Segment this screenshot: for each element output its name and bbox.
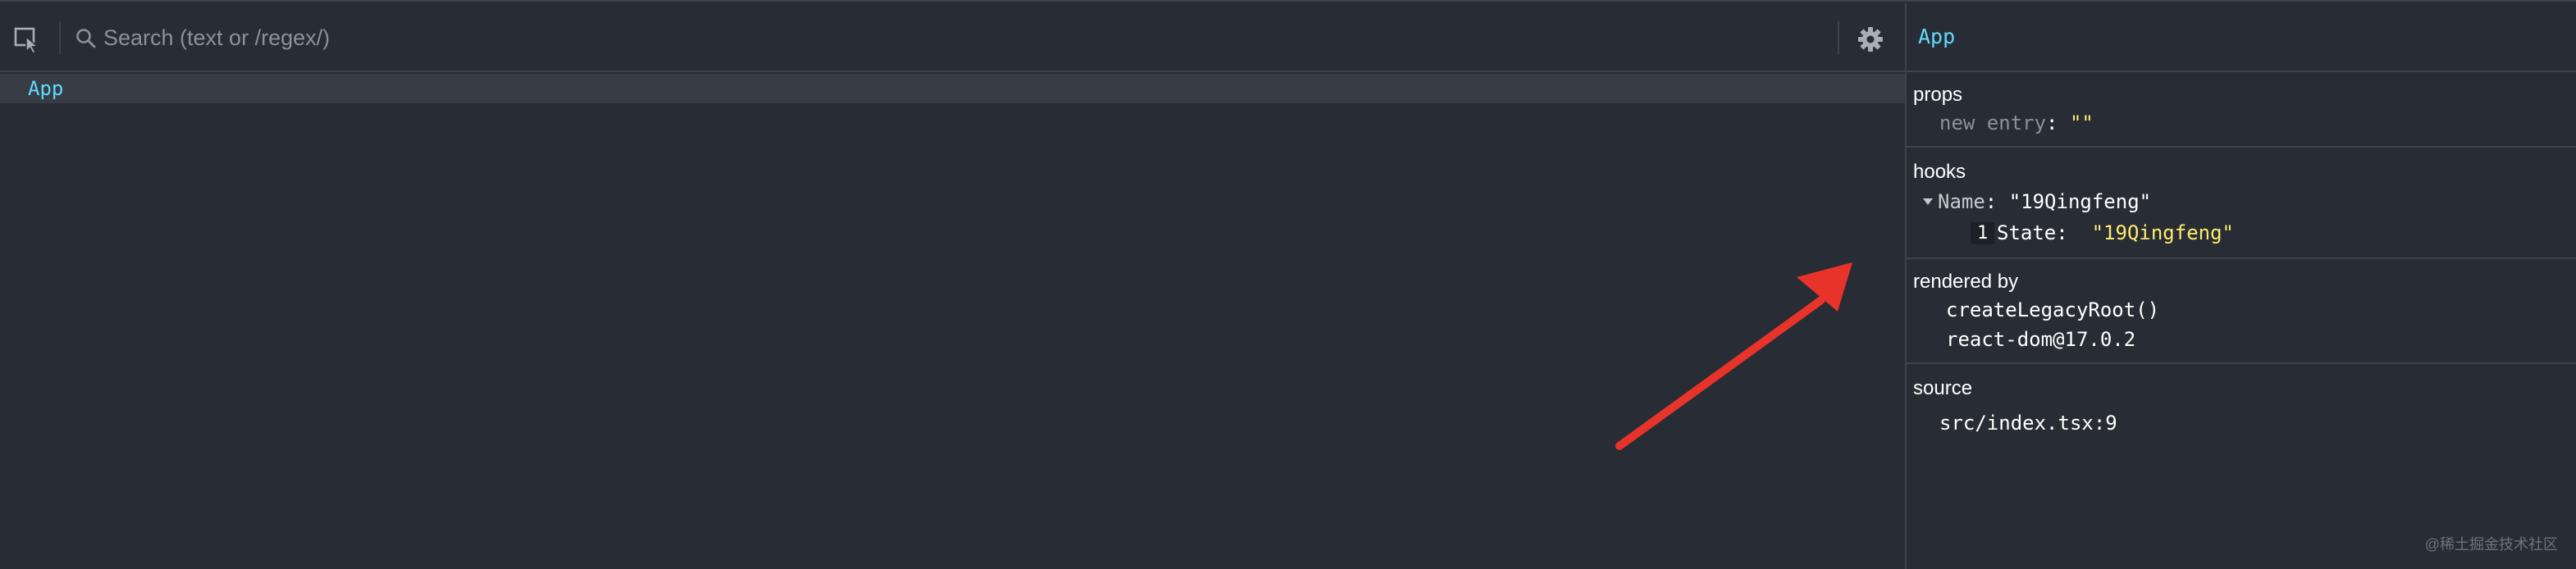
selected-component-title: App [1918,25,1956,48]
hooks-section: hooks Name: "19Qingfeng" 1 State: "19Qin… [1907,149,2576,259]
prop-value: "" [2069,112,2094,134]
watermark: @稀土掘金技术社区 [2424,536,2558,553]
component-tree-pane: App [0,3,1905,569]
prop-row-new-entry[interactable]: new entry: "" [1939,112,2094,134]
source-heading: source [1913,377,1973,399]
rendered-by-heading: rendered by [1913,271,2019,293]
props-section: props new entry: "" [1907,74,2576,148]
hook-name-key: Name [1938,190,1985,213]
hook-name-value: "19Qingfeng" [2008,190,2152,213]
hook-index-badge: 1 [1971,222,1995,244]
rendered-by-item[interactable]: react-dom@17.0.2 [1946,328,2135,351]
rendered-by-section: rendered by createLegacyRoot() react-dom… [1907,261,2576,364]
source-section: source src/index.tsx:9 [1907,366,2576,464]
hook-state-key: State [1997,221,2057,244]
inspector-header: App [1907,3,2576,72]
hooks-heading: hooks [1913,161,1966,183]
hook-row-state[interactable]: State: "19Qingfeng" [1997,221,2234,244]
expand-caret-icon[interactable] [1923,198,1933,205]
react-devtools-components-panel: App App props new entry: "" hooks Name: … [0,0,2576,569]
red-arrow-annotation [1615,262,1852,450]
props-heading: props [1913,84,1963,106]
source-file-link[interactable]: src/index.tsx:9 [1939,412,2117,435]
hook-state-value: "19Qingfeng" [2091,221,2234,244]
prop-key: new entry [1939,112,2047,134]
rendered-by-item[interactable]: createLegacyRoot() [1946,298,2159,321]
hook-row-name[interactable]: Name: "19Qingfeng" [1938,190,2151,213]
inspector-pane: App props new entry: "" hooks Name: "19Q… [1905,3,2576,569]
